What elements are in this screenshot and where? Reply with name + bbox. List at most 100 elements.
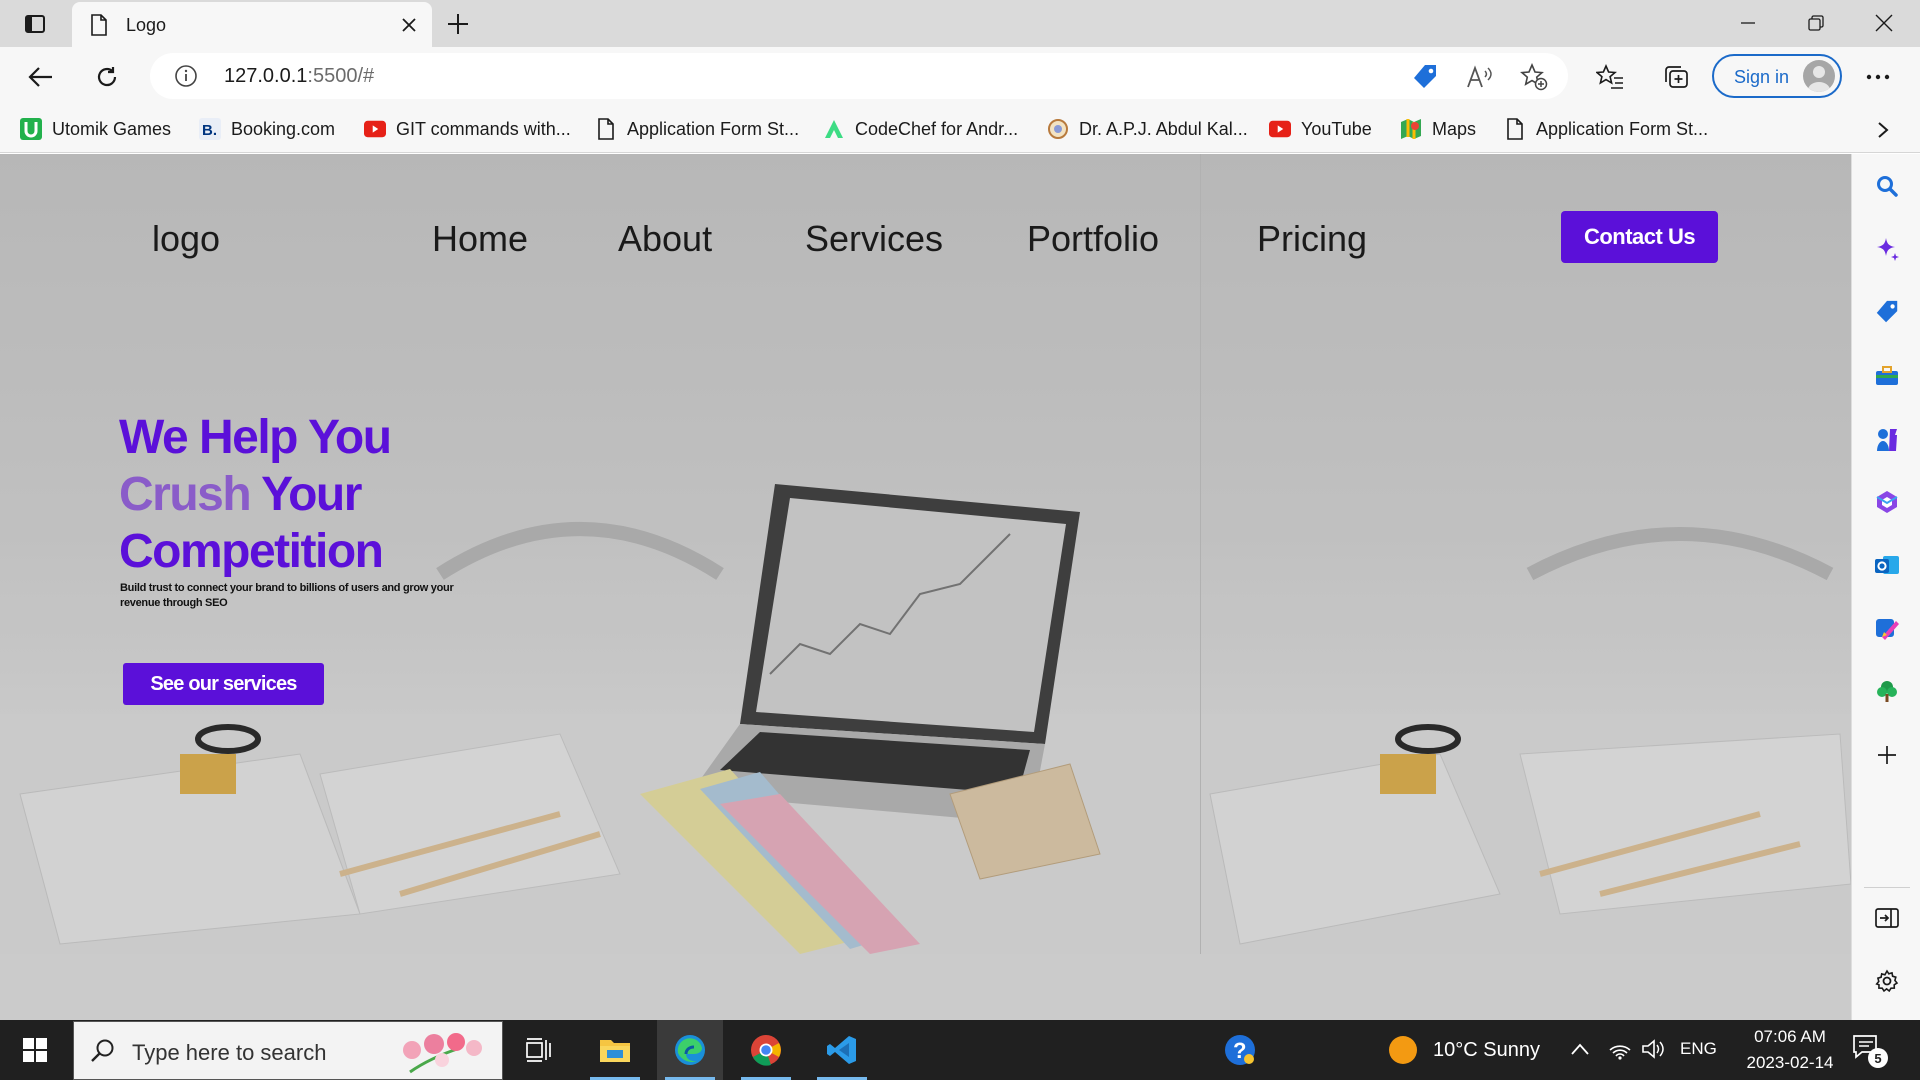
- clock-date[interactable]: 2023-02-14: [1732, 1053, 1848, 1073]
- sidebar-hide-button[interactable]: [1869, 900, 1905, 936]
- shopping-tag-button[interactable]: [1410, 62, 1440, 92]
- read-aloud-icon: [1467, 65, 1492, 88]
- tag-icon: [1414, 65, 1436, 88]
- nav-link-home[interactable]: Home: [432, 218, 528, 260]
- favorite-label: Booking.com: [231, 118, 336, 139]
- sidebar-tree-button[interactable]: [1869, 673, 1905, 709]
- sidebar-office-button[interactable]: [1869, 484, 1905, 520]
- see-services-button[interactable]: See our services: [123, 663, 324, 705]
- sidebar-tools-button[interactable]: [1869, 358, 1905, 394]
- sidebar-divider: [1864, 887, 1910, 888]
- new-tab-button[interactable]: [442, 8, 474, 40]
- sidebar-outlook-button[interactable]: [1869, 547, 1905, 583]
- svg-text:B.: B.: [202, 122, 217, 139]
- designer-icon: [1876, 619, 1899, 640]
- sidebar-designer-button[interactable]: [1869, 610, 1905, 646]
- sun-icon: [1389, 1036, 1417, 1064]
- address-bar[interactable]: 127.0.0.1:5500/#: [150, 53, 1568, 99]
- info-icon[interactable]: [174, 64, 198, 88]
- page-viewport: logo Home About Services Portfolio Prici…: [0, 154, 1851, 1020]
- sidebar-search-button[interactable]: [1869, 168, 1905, 204]
- tab-close-button[interactable]: [398, 14, 420, 36]
- more-favorites-button[interactable]: [1868, 115, 1898, 145]
- task-view-button[interactable]: [506, 1020, 572, 1080]
- minimize-button[interactable]: [1714, 0, 1782, 46]
- url-text[interactable]: 127.0.0.1:5500/#: [224, 65, 374, 88]
- favorite-application-form-1[interactable]: Application Form St...: [595, 113, 799, 145]
- site-navbar: logo Home About Services Portfolio Prici…: [0, 154, 1851, 304]
- language-indicator[interactable]: ENG: [1680, 1039, 1717, 1059]
- sidebar-add-button[interactable]: [1869, 737, 1905, 773]
- edge-sidebar: [1851, 154, 1920, 1020]
- help-button[interactable]: ?: [1207, 1020, 1273, 1080]
- start-button[interactable]: [0, 1020, 70, 1080]
- read-aloud-button[interactable]: [1465, 62, 1495, 92]
- edge-button[interactable]: [657, 1020, 723, 1080]
- back-button[interactable]: [21, 57, 61, 97]
- star-add-icon: [1520, 63, 1548, 91]
- sidebar-shopping-button[interactable]: [1869, 294, 1905, 330]
- help-icon: ?: [1225, 1035, 1255, 1065]
- sidebar-copilot-button[interactable]: [1869, 231, 1905, 267]
- favorite-utomik[interactable]: Utomik Games: [20, 113, 171, 145]
- page-icon: [91, 14, 107, 36]
- nav-link-pricing[interactable]: Pricing: [1257, 218, 1367, 260]
- speaker-icon[interactable]: [1641, 1038, 1667, 1060]
- sidebar-games-button[interactable]: [1869, 421, 1905, 457]
- notification-center-button[interactable]: 5: [1852, 1034, 1892, 1070]
- favorite-label: Dr. A.P.J. Abdul Kal...: [1079, 118, 1248, 139]
- nav-link-portfolio[interactable]: Portfolio: [1027, 218, 1159, 260]
- active-tab[interactable]: Logo: [72, 2, 432, 47]
- sign-in-label: Sign in: [1734, 67, 1790, 87]
- hero-headline: We Help You Crush Your Competition: [119, 409, 392, 580]
- clock-time[interactable]: 07:06 AM: [1740, 1027, 1840, 1047]
- favorites-button[interactable]: [1590, 57, 1630, 97]
- youtube-icon: [1269, 118, 1291, 140]
- close-icon: [1875, 14, 1893, 32]
- utomik-icon: [20, 118, 42, 140]
- search-placeholder: Type here to search: [132, 1040, 327, 1065]
- sidebar-settings-button[interactable]: [1869, 963, 1905, 999]
- chevron-up-icon[interactable]: [1570, 1042, 1590, 1056]
- favorite-label: Application Form St...: [1536, 118, 1709, 139]
- sign-in-button[interactable]: Sign in: [1712, 54, 1842, 98]
- user-icon: [1808, 66, 1830, 92]
- hide-sidebar-icon: [1875, 908, 1899, 928]
- favorite-maps[interactable]: Maps: [1400, 113, 1476, 145]
- maps-icon: [1400, 118, 1422, 140]
- collections-icon: [1665, 66, 1688, 88]
- settings-menu-button[interactable]: [1858, 57, 1898, 97]
- close-window-button[interactable]: [1850, 0, 1918, 46]
- refresh-button[interactable]: [87, 57, 127, 97]
- task-view-icon: [526, 1038, 551, 1062]
- collections-button[interactable]: [1656, 57, 1696, 97]
- nav-link-about[interactable]: About: [618, 218, 712, 260]
- favorite-apj-abdul-kalam[interactable]: Dr. A.P.J. Abdul Kal...: [1047, 113, 1248, 145]
- notification-count: 5: [1868, 1048, 1888, 1068]
- toolbox-icon: [1876, 366, 1898, 385]
- favorite-git-commands[interactable]: GIT commands with...: [364, 113, 571, 145]
- favorite-youtube[interactable]: YouTube: [1269, 113, 1372, 145]
- restore-button[interactable]: [1782, 0, 1850, 46]
- favorites-bar: Utomik Games B. Booking.com GIT commands…: [0, 107, 1920, 153]
- favorite-label: Application Form St...: [627, 118, 800, 139]
- vscode-icon: [827, 1036, 856, 1064]
- chrome-button[interactable]: [733, 1020, 799, 1080]
- emblem-icon: [1047, 118, 1069, 140]
- refresh-icon: [97, 67, 117, 87]
- add-favorite-button[interactable]: [1519, 62, 1549, 92]
- contact-us-button[interactable]: Contact Us: [1561, 211, 1718, 263]
- nav-link-services[interactable]: Services: [805, 218, 943, 260]
- favorite-booking[interactable]: B. Booking.com: [199, 113, 335, 145]
- favorite-codechef[interactable]: CodeChef for Andr...: [823, 113, 1018, 145]
- wifi-icon[interactable]: [1608, 1038, 1632, 1060]
- tab-strip: Logo: [0, 0, 1920, 47]
- taskbar-search-box[interactable]: Type here to search: [73, 1021, 503, 1080]
- tab-actions-button[interactable]: [12, 8, 58, 40]
- site-logo[interactable]: logo: [152, 218, 220, 260]
- chrome-icon: [751, 1035, 781, 1066]
- vscode-button[interactable]: [809, 1020, 875, 1080]
- search-icon: [91, 1039, 114, 1062]
- favorite-application-form-2[interactable]: Application Form St...: [1504, 113, 1708, 145]
- file-explorer-button[interactable]: [582, 1020, 648, 1080]
